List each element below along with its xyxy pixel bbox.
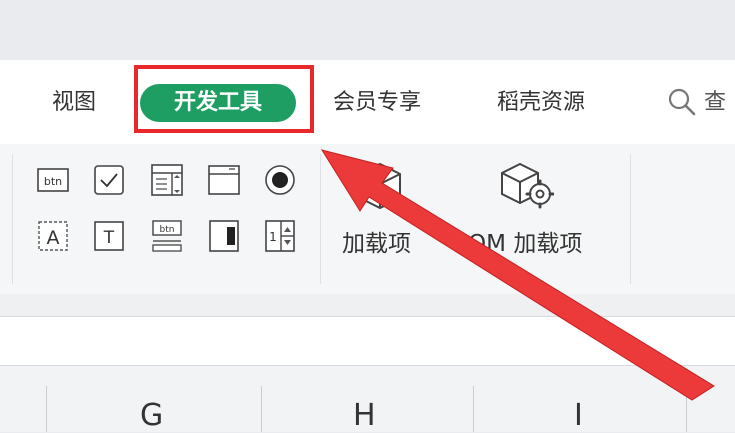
toggle-button-icon[interactable]: btn	[150, 219, 184, 253]
highlight-box	[134, 65, 314, 133]
spinner-control-icon[interactable]: 1	[263, 219, 297, 253]
column-header-g[interactable]: G	[140, 398, 163, 433]
column-separator[interactable]	[261, 386, 262, 432]
scrollbar-control-icon[interactable]	[207, 219, 241, 253]
title-bar	[0, 0, 735, 60]
svg-text:A: A	[47, 227, 60, 249]
tab-docer-resources[interactable]: 稻壳资源	[497, 88, 585, 118]
svg-text:btn: btn	[160, 225, 175, 235]
tab-view[interactable]: 视图	[52, 88, 96, 118]
column-separator[interactable]	[473, 386, 474, 432]
ribbon-bottom-gap	[0, 294, 735, 316]
column-header-h[interactable]: H	[353, 398, 376, 433]
column-separator[interactable]	[46, 386, 47, 432]
tab-member-exclusive[interactable]: 会员专享	[333, 88, 421, 118]
column-separator[interactable]	[686, 386, 687, 432]
com-add-ins-label[interactable]: COM 加载项	[452, 224, 582, 258]
search-label[interactable]: 查	[704, 88, 726, 118]
add-ins-cube-icon[interactable]	[355, 160, 405, 212]
svg-text:T: T	[103, 228, 115, 248]
combo-box-control-icon[interactable]	[150, 163, 184, 197]
ribbon-separator	[320, 154, 321, 284]
list-box-control-icon[interactable]	[207, 163, 241, 197]
com-add-ins-icon[interactable]	[498, 160, 554, 212]
formula-bar[interactable]	[0, 316, 735, 366]
ribbon-separator	[630, 154, 631, 284]
checkbox-control-icon[interactable]	[92, 163, 126, 197]
search-icon[interactable]	[666, 86, 698, 118]
column-header-i[interactable]: I	[574, 398, 583, 433]
add-ins-label[interactable]: 加载项	[342, 224, 411, 258]
option-button-icon[interactable]	[263, 163, 297, 197]
svg-text:btn: btn	[44, 175, 62, 188]
svg-text:1: 1	[269, 230, 277, 244]
label-control-icon[interactable]: A	[36, 219, 70, 253]
textbox-control-icon[interactable]: T	[92, 219, 126, 253]
button-control-icon[interactable]: btn	[36, 163, 70, 197]
ribbon-separator	[12, 154, 13, 284]
